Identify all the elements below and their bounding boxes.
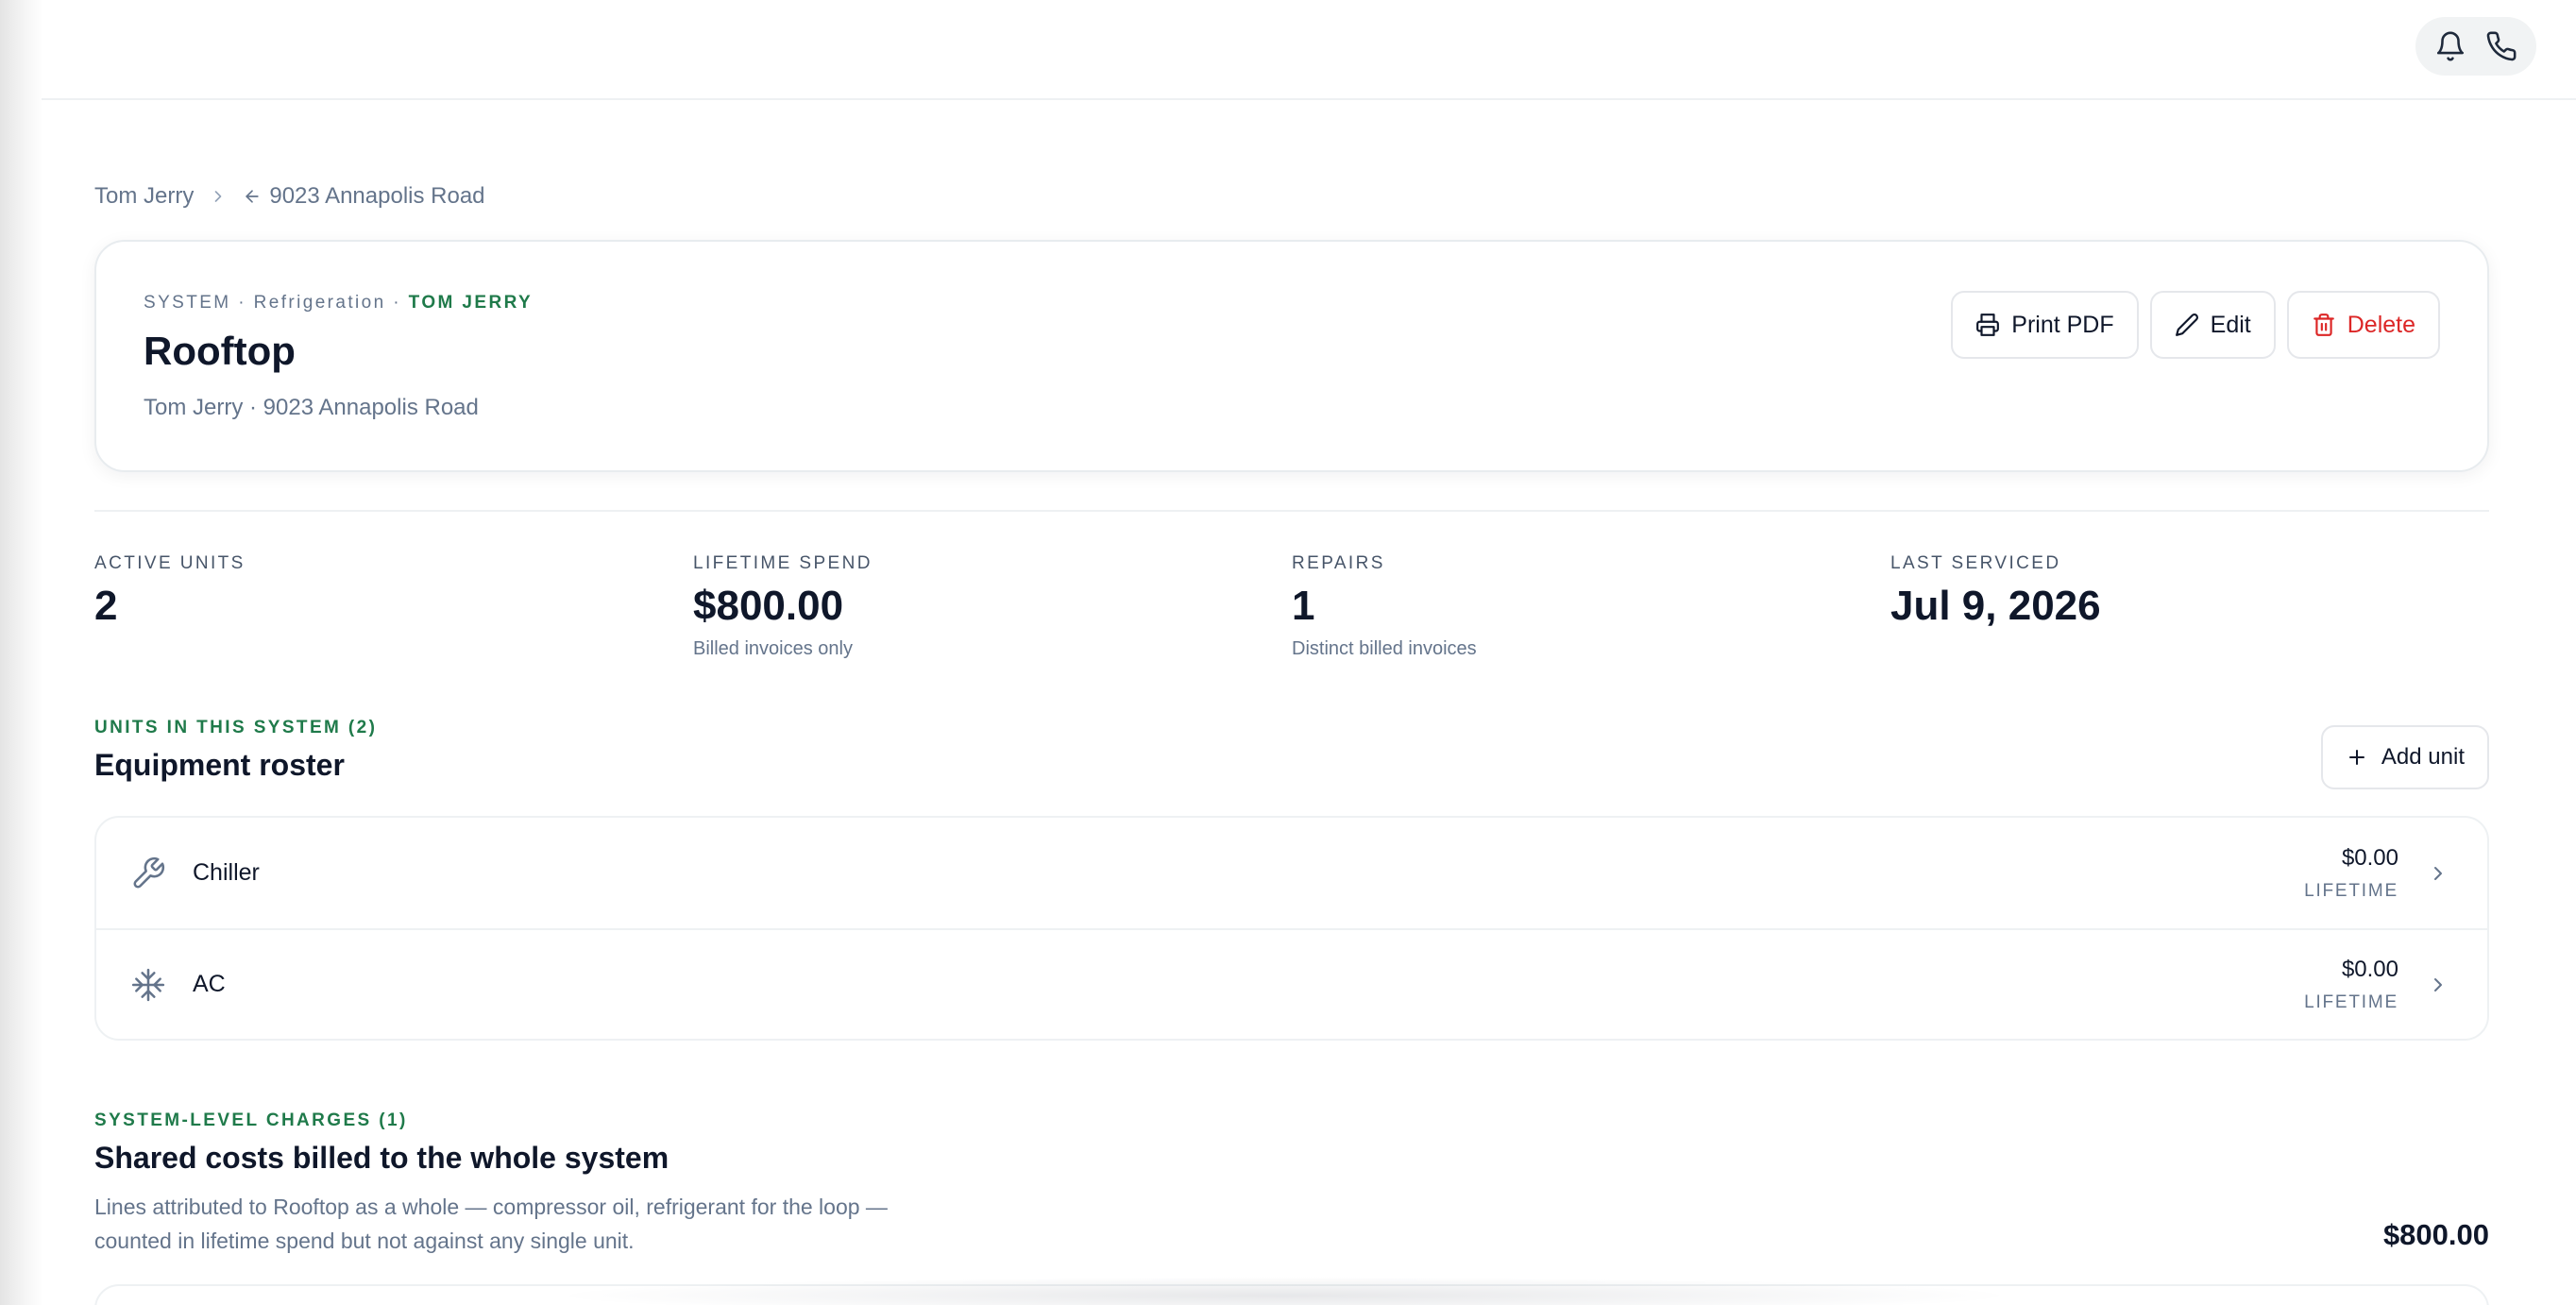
stat-label: LIFETIME SPEND [693, 553, 873, 573]
bell-icon[interactable] [2430, 25, 2471, 67]
edit-label: Edit [2210, 311, 2251, 338]
pencil-icon [2175, 313, 2199, 337]
stat-value: $800.00 [693, 583, 844, 629]
unit-name: Chiller [193, 859, 260, 886]
stat-value: 1 [1292, 583, 1315, 629]
equipment-roster: Chiller $0.00 LIFETIME AC $0.00 LIFETIME [94, 816, 2489, 1041]
stat-note: Distinct billed invoices [1292, 638, 1477, 659]
stat-label: LAST SERVICED [1890, 553, 2061, 573]
unit-amount-value: $0.00 [2341, 956, 2398, 982]
print-pdf-label: Print PDF [2011, 311, 2114, 338]
units-section-eyebrow: UNITS IN THIS SYSTEM (2) [94, 718, 378, 737]
breadcrumb-location-link[interactable]: 9023 Annapolis Road [269, 183, 484, 210]
scroll-shadow [548, 1277, 2021, 1305]
phone-icon[interactable] [2481, 25, 2522, 67]
chevron-right-icon [2427, 862, 2449, 885]
stat-value: Jul 9, 2026 [1890, 583, 2101, 629]
unit-lifetime-amount: $0.00 LIFETIME [2304, 957, 2398, 1013]
list-item[interactable]: Chiller $0.00 LIFETIME [96, 818, 2487, 928]
stat-label: REPAIRS [1292, 553, 1385, 573]
top-bar [42, 0, 2576, 100]
charges-description: Lines attributed to Rooftop as a whole —… [94, 1195, 888, 1253]
top-actions-group [2415, 17, 2536, 76]
charges-section-eyebrow: SYSTEM-LEVEL CHARGES (1) [94, 1110, 408, 1130]
system-owner-label: TOM JERRY [408, 293, 534, 313]
stat-active-units: ACTIVE UNITS 2 [94, 553, 693, 660]
unit-amount-label: LIFETIME [2304, 991, 2398, 1012]
system-header-card: SYSTEM · Refrigeration · TOM JERRY Rooft… [94, 240, 2489, 472]
unit-amount-value: $0.00 [2341, 844, 2398, 871]
add-unit-button[interactable]: Add unit [2320, 725, 2489, 789]
unit-name: AC [193, 971, 226, 997]
divider [94, 510, 2489, 512]
add-unit-label: Add unit [2381, 744, 2465, 770]
stat-last-serviced: LAST SERVICED Jul 9, 2026 [1890, 553, 2489, 660]
stat-label: ACTIVE UNITS [94, 553, 246, 573]
delete-button[interactable]: Delete [2286, 291, 2440, 359]
arrow-left-icon [243, 187, 262, 206]
edit-button[interactable]: Edit [2149, 291, 2276, 359]
delete-label: Delete [2347, 311, 2415, 338]
page-title: Rooftop [144, 329, 296, 373]
snowflake-icon [130, 967, 166, 1003]
stat-lifetime-spend: LIFETIME SPEND $800.00 Billed invoices o… [693, 553, 1292, 660]
stat-value: 2 [94, 583, 118, 629]
printer-icon [1975, 313, 2000, 337]
list-item[interactable]: AC $0.00 LIFETIME [96, 928, 2487, 1039]
stat-repairs: REPAIRS 1 Distinct billed invoices [1292, 553, 1890, 660]
plus-icon [2346, 746, 2368, 769]
system-eyebrow: SYSTEM · Refrigeration · TOM JERRY [144, 293, 533, 314]
wrench-icon [130, 856, 166, 891]
units-section-title: Equipment roster [94, 748, 345, 782]
breadcrumb: Tom Jerry 9023 Annapolis Road [94, 183, 485, 210]
page-subtitle: Tom Jerry · 9023 Annapolis Road [144, 395, 479, 420]
charges-section-title: Shared costs billed to the whole system [94, 1141, 669, 1175]
stat-note: Billed invoices only [693, 638, 853, 659]
breadcrumb-customer-link[interactable]: Tom Jerry [94, 183, 194, 210]
print-pdf-button[interactable]: Print PDF [1951, 291, 2139, 359]
trash-icon [2312, 313, 2336, 337]
chevron-right-icon [2427, 974, 2449, 996]
unit-lifetime-amount: $0.00 LIFETIME [2304, 845, 2398, 902]
sidebar-edge-shadow [0, 0, 43, 1305]
chevron-right-icon [209, 187, 228, 206]
system-type-label: SYSTEM · Refrigeration · [144, 293, 409, 313]
stats-row: ACTIVE UNITS 2 LIFETIME SPEND $800.00 Bi… [94, 553, 2489, 660]
charges-total: $800.00 [2382, 1218, 2489, 1251]
header-actions: Print PDF Edit Delete [1951, 291, 2440, 359]
unit-amount-label: LIFETIME [2304, 880, 2398, 901]
